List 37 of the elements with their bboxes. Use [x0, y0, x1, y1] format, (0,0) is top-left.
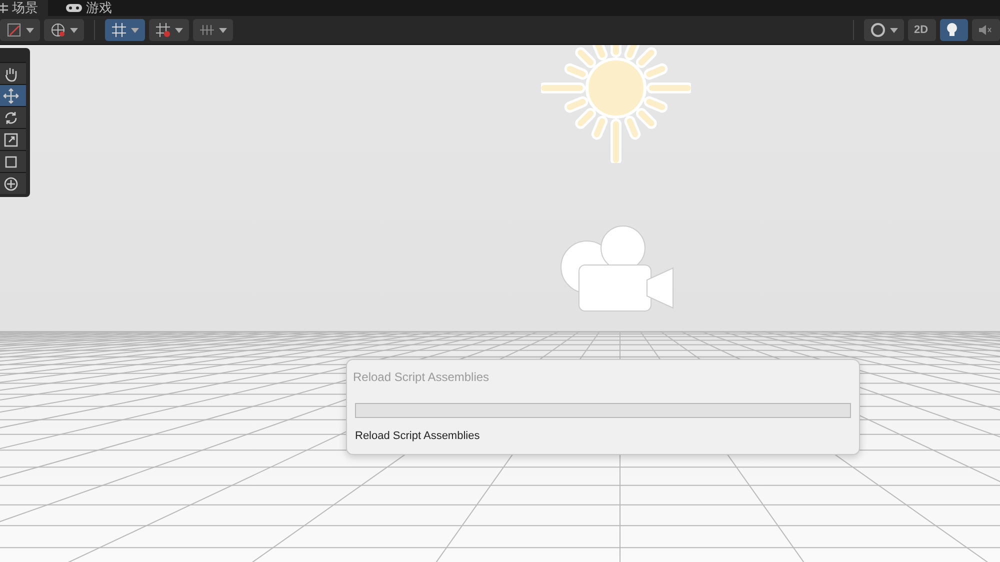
crosshair-circle-icon [3, 176, 19, 192]
progress-message: Reload Script Assemblies [355, 430, 481, 442]
grid-lines-dropdown[interactable] [193, 19, 233, 41]
grid-icon [111, 22, 127, 38]
audio-button[interactable] [972, 19, 1000, 41]
snap-increment-dropdown[interactable] [149, 19, 189, 41]
rotate-tool[interactable] [0, 106, 26, 128]
globe-icon [50, 22, 66, 38]
hand-icon [3, 66, 19, 82]
gamepad-icon [66, 3, 82, 13]
grid-icon [0, 3, 8, 13]
dialog-title: Reload Script Assemblies [353, 370, 490, 384]
rect-tool[interactable] [0, 150, 26, 172]
tab-label: 场景 [12, 0, 38, 16]
square-slash-icon [6, 22, 22, 38]
draw-mode-dropdown[interactable] [0, 19, 40, 41]
light-bulb-icon [946, 22, 958, 38]
globe-dropdown[interactable] [44, 19, 84, 41]
sun-icon [541, 45, 691, 163]
move-arrows-icon [3, 88, 19, 104]
scene-tab[interactable]: 场景 [0, 0, 48, 16]
scale-tool[interactable] [0, 128, 26, 150]
shading-button[interactable] [864, 19, 904, 41]
lighting-button[interactable] [940, 19, 968, 41]
hand-tool[interactable] [0, 62, 26, 84]
speaker-mute-icon [978, 23, 992, 37]
grid-snap-dropdown[interactable] [105, 19, 145, 41]
grid-icon [155, 22, 171, 38]
grid-lines-icon [199, 22, 215, 38]
move-tool[interactable] [0, 84, 26, 106]
transform-tool[interactable] [0, 172, 26, 194]
scale-icon [3, 132, 19, 148]
circle-icon [870, 22, 886, 38]
rotate-icon [3, 110, 19, 126]
view-mode-toggle[interactable]: 2D [908, 19, 936, 41]
tab-label: 游戏 [86, 0, 112, 16]
square-icon [3, 154, 19, 170]
